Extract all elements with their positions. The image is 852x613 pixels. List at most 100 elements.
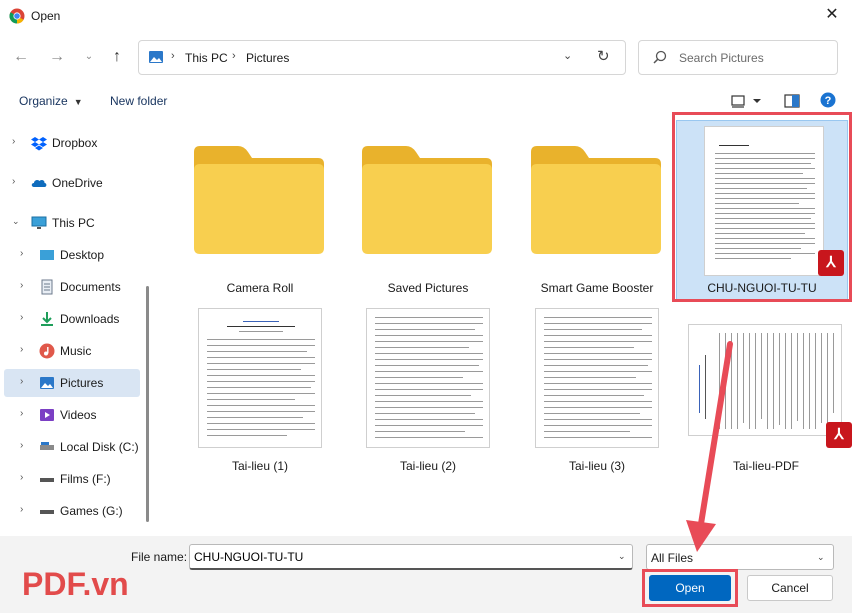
file-name: Saved Pictures [387,281,469,295]
sidebar-item-label: Dropbox [52,136,98,150]
videos-icon [40,409,54,421]
file-item-tai-lieu-3[interactable]: Tai-lieu (3) [513,302,681,477]
forward-arrow-icon[interactable]: → [46,46,68,68]
sidebar-item-label: Downloads [60,312,120,326]
title-bar: Open ✕ [0,0,852,32]
folder-icon [194,146,324,254]
sidebar-item-label: OneDrive [52,176,103,190]
drive-icon [40,478,54,482]
view-options-icon[interactable] [731,94,763,108]
file-name: Tai-lieu (1) [231,459,288,473]
file-name-dropdown-icon[interactable]: ⌄ [618,551,626,562]
disk-icon [40,442,54,450]
sidebar-item-label: Films (F:) [60,472,111,486]
sidebar-item-label: Documents [60,280,121,294]
file-item-tai-lieu-pdf[interactable]: ⅄ Tai-lieu-PDF [682,302,852,477]
caret-down-icon: ▼ [73,97,83,107]
onedrive-icon [31,179,47,187]
sidebar-item-downloads[interactable]: › Downloads [4,305,140,333]
chevron-right-icon: › [20,408,24,419]
sidebar-item-videos[interactable]: › Videos [4,401,140,429]
pdf-thumbnail [688,324,842,436]
sidebar-item-local-disk[interactable]: › Local Disk (C:) [4,433,140,461]
sidebar-item-label: Local Disk (C:) [60,440,139,454]
chevron-down-icon: ⌄ [817,552,825,562]
file-name-input[interactable] [189,544,633,570]
file-item-tai-lieu-2[interactable]: Tai-lieu (2) [344,302,512,477]
address-bar[interactable]: › This PC › Pictures ⌄ ↻ [138,40,626,75]
refresh-icon[interactable]: ↻ [597,47,610,65]
new-folder-button[interactable]: New folder [110,94,167,108]
folder-icon [362,146,492,254]
file-type-value: All Files [651,551,694,565]
sidebar-item-films[interactable]: › Films (F:) [4,465,140,493]
close-button[interactable]: ✕ [818,4,846,28]
file-type-select[interactable]: All Files ⌄ [646,544,834,570]
file-name: Tai-lieu (2) [399,459,456,473]
chevron-right-icon: › [20,344,24,355]
music-icon [39,343,55,359]
open-button[interactable]: Open [649,575,731,601]
search-box[interactable]: Search Pictures [638,40,838,75]
recent-locations-chevron-icon[interactable]: ⌄ [78,46,100,68]
navigation-bar: ← → ⌄ ↑ › This PC › Pictures ⌄ ↻ Search … [0,36,852,80]
organize-button[interactable]: Organize ▼ [19,94,83,108]
chevron-right-icon: › [20,312,24,323]
file-item-camera-roll[interactable]: Camera Roll [176,116,344,301]
sidebar-item-label: This PC [52,216,95,230]
file-item-tai-lieu-1[interactable]: Tai-lieu (1) [176,302,344,477]
sidebar-item-label: Videos [60,408,97,422]
preview-pane-icon[interactable] [784,94,800,108]
downloads-icon [41,312,53,326]
svg-text:?: ? [825,95,832,107]
chrome-icon [9,8,25,24]
search-icon [653,50,667,64]
file-item-smart-game-booster[interactable]: Smart Game Booster [513,116,681,301]
up-arrow-icon[interactable]: ↑ [106,46,128,68]
breadcrumb-pictures[interactable]: Pictures [246,51,289,65]
chevron-down-icon: ⌄ [12,216,20,226]
help-icon[interactable]: ? [820,92,836,108]
address-dropdown-icon[interactable]: ⌄ [563,49,572,62]
file-list: Camera Roll Saved Pictures Smart Game Bo… [156,112,852,536]
folder-icon [531,146,661,254]
annotation-highlight-box [672,112,852,302]
document-thumbnail [366,308,490,448]
sidebar-item-onedrive[interactable]: › OneDrive [4,169,140,197]
sidebar-item-documents[interactable]: › Documents [4,273,140,301]
sidebar-item-games[interactable]: › Games (G:) [4,497,140,525]
breadcrumb-separator-icon: › [171,50,175,62]
breadcrumb-separator-icon: › [232,50,236,62]
cancel-button[interactable]: Cancel [747,575,833,601]
sidebar-item-label: Desktop [60,248,105,262]
chevron-right-icon: › [12,136,16,147]
pictures-location-icon [149,51,163,63]
chevron-right-icon: › [20,472,24,483]
back-arrow-icon[interactable]: ← [10,46,32,68]
file-name: Smart Game Booster [540,281,654,295]
file-name: Tai-lieu-PDF [732,459,799,473]
sidebar-scrollbar[interactable] [146,286,149,522]
chevron-right-icon: › [20,248,24,259]
sidebar-item-label: Music [60,344,92,358]
sidebar-item-music[interactable]: › Music [4,337,140,365]
sidebar-item-this-pc[interactable]: ⌄ This PC [4,209,140,237]
chevron-right-icon: › [20,280,24,291]
computer-icon [31,216,47,229]
breadcrumb-this-pc[interactable]: This PC [185,51,228,65]
search-input[interactable]: Search Pictures [679,51,764,65]
pdf-icon: ⅄ [826,422,852,448]
sidebar-item-dropbox[interactable]: › Dropbox [4,129,140,157]
sidebar-item-desktop[interactable]: › Desktop [4,241,140,269]
file-name: Tai-lieu (3) [568,459,625,473]
pictures-icon [40,377,54,389]
sidebar-item-pictures[interactable]: › Pictures [4,369,140,397]
sidebar-item-label: Games (G:) [60,504,123,518]
file-item-saved-pictures[interactable]: Saved Pictures [344,116,512,301]
watermark-logo: PDF.vn [22,566,129,602]
desktop-icon [40,250,54,260]
navigation-pane: › Dropbox › OneDrive ⌄ This PC › Desktop… [0,120,148,535]
window-title: Open [31,9,61,23]
documents-icon [41,279,53,295]
chevron-right-icon: › [20,440,24,451]
